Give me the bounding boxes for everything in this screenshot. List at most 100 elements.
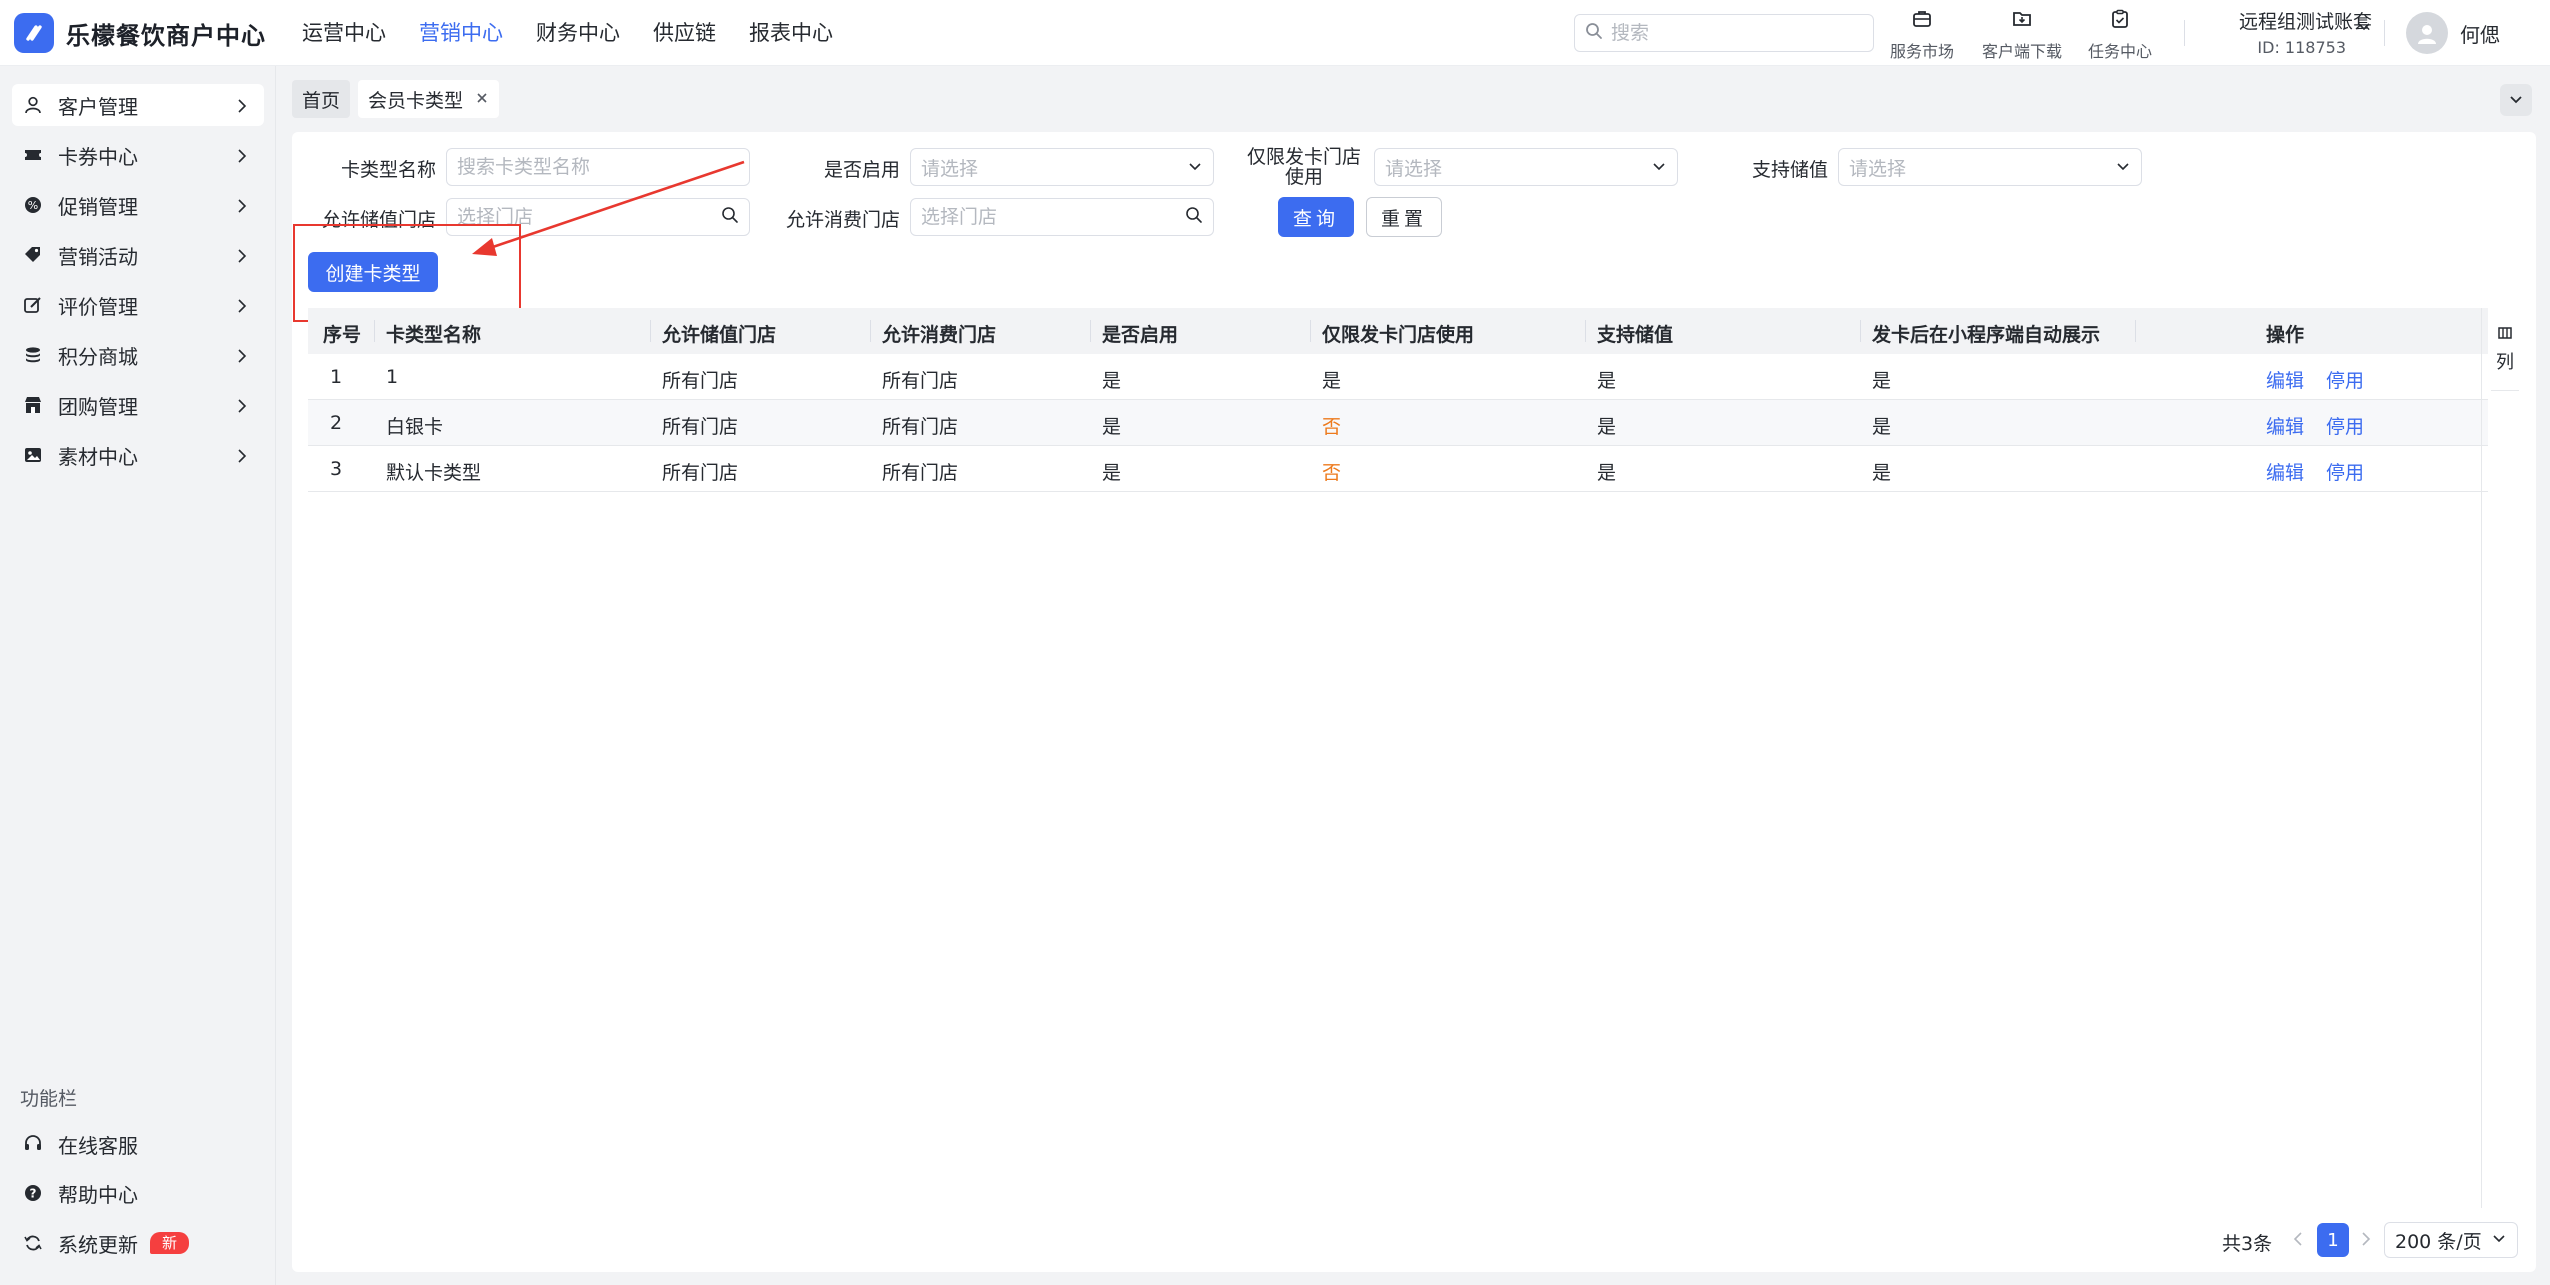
- search-input[interactable]: [1611, 22, 1851, 44]
- chevron-down-icon: [1187, 155, 1203, 179]
- top-bar: 乐檬餐饮商户中心 运营中心 营销中心 财务中心 供应链 报表中心 服务市场 客户…: [0, 0, 2550, 66]
- task-center-label: 任务中心: [2087, 42, 2152, 61]
- cell-index: 3: [329, 458, 343, 480]
- filter-stored-value-select[interactable]: 请选择: [1838, 148, 2142, 186]
- sidebar-item-promotion[interactable]: % 促销管理: [12, 184, 264, 226]
- column-settings-button[interactable]: 列: [2491, 322, 2519, 386]
- cell-enabled: 是: [1102, 370, 1122, 392]
- folder-download-icon: [2011, 8, 2033, 35]
- sidebar-item-customer[interactable]: 客户管理: [12, 84, 264, 126]
- tabs-collapse-button[interactable]: [2500, 84, 2532, 116]
- client-download-button[interactable]: 客户端下载: [1972, 8, 2072, 61]
- filter-issuing-store-select[interactable]: 请选择: [1374, 148, 1678, 186]
- pagination-total: 共3条: [2222, 1233, 2273, 1255]
- page-size-value: 200 条/页: [2395, 1230, 2482, 1253]
- column-divider: [1860, 320, 1861, 342]
- disable-link[interactable]: 停用: [2326, 458, 2364, 485]
- edit-review-icon: [22, 294, 44, 316]
- card-name-input[interactable]: [457, 156, 697, 178]
- table-row: 3 默认卡类型 所有门店 所有门店 是 否 是 是 编辑 停用: [308, 446, 2488, 492]
- chevron-left-icon[interactable]: [2290, 1228, 2306, 1255]
- tab-home[interactable]: 首页: [292, 80, 351, 118]
- consume-store-input[interactable]: [921, 206, 1161, 228]
- sidebar-item-system-update[interactable]: 系统更新 新: [12, 1222, 264, 1264]
- sidebar-item-coupons[interactable]: 卡券中心: [12, 134, 264, 176]
- user-name: 何偲: [2460, 22, 2500, 47]
- topnav-marketing[interactable]: 营销中心: [419, 0, 503, 66]
- function-bar-title: 功能栏: [20, 1088, 78, 1110]
- cell-auto-show: 是: [1872, 462, 1892, 484]
- filter-consume-store-field[interactable]: [910, 198, 1214, 236]
- ticket-icon: [22, 144, 44, 166]
- chevron-right-icon: [234, 346, 250, 370]
- chevron-right-icon[interactable]: [2358, 1228, 2374, 1255]
- topnav-finance[interactable]: 财务中心: [536, 0, 620, 66]
- sidebar-item-reviews[interactable]: 评价管理: [12, 284, 264, 326]
- column-header: 支持储值: [1597, 324, 1674, 346]
- column-settings-label: 列: [2496, 352, 2514, 373]
- cell-stored-store: 所有门店: [662, 462, 739, 484]
- sidebar-item-group-buy[interactable]: 团购管理: [12, 384, 264, 426]
- sidebar-item-materials[interactable]: 素材中心: [12, 434, 264, 476]
- cell-index: 2: [329, 412, 343, 434]
- logo-icon: [14, 13, 54, 53]
- filter-enabled-select[interactable]: 请选择: [910, 148, 1214, 186]
- global-search[interactable]: [1574, 14, 1874, 52]
- sidebar-item-label: 营销活动: [58, 244, 138, 269]
- column-header: 是否启用: [1102, 324, 1179, 346]
- avatar: [2406, 12, 2448, 54]
- column-divider: [650, 320, 651, 342]
- filter-card-name-label: 卡类型名称: [340, 159, 436, 181]
- cell-stored-store: 所有门店: [662, 370, 739, 392]
- table-header: 序号 卡类型名称 允许储值门店 允许消费门店 是否启用 仅限发卡门店使用 支持储…: [308, 308, 2488, 354]
- topnav-reports[interactable]: 报表中心: [749, 0, 833, 66]
- search-icon: [721, 205, 739, 229]
- topnav-operations[interactable]: 运营中心: [302, 0, 386, 66]
- filter-card-name-field[interactable]: [446, 148, 750, 186]
- edit-link[interactable]: 编辑: [2266, 412, 2304, 439]
- chevron-down-icon: [2356, 15, 2372, 39]
- column-divider: [870, 320, 871, 342]
- pagination-page-1[interactable]: 1: [2317, 1223, 2349, 1257]
- disable-link[interactable]: 停用: [2326, 366, 2364, 393]
- edit-link[interactable]: 编辑: [2266, 366, 2304, 393]
- client-download-label: 客户端下载: [1981, 42, 2062, 61]
- query-button[interactable]: 查询: [1278, 197, 1354, 237]
- cell-stored-value: 是: [1597, 370, 1617, 392]
- tab-member-card-type[interactable]: 会员卡类型: [358, 80, 500, 118]
- service-market-button[interactable]: 服务市场: [1872, 8, 1972, 61]
- cell-index: 1: [329, 366, 343, 388]
- task-center-button[interactable]: 任务中心: [2070, 8, 2170, 61]
- filter-stored-value-label: 支持储值: [1751, 159, 1828, 181]
- cell-issuing-only: 是: [1322, 370, 1342, 392]
- store-icon: [22, 394, 44, 416]
- reset-button[interactable]: 重置: [1366, 197, 1442, 237]
- edit-link[interactable]: 编辑: [2266, 458, 2304, 485]
- column-header: 操作: [2266, 324, 2305, 346]
- table-row: 1 1 所有门店 所有门店 是 是 是 是 编辑 停用: [308, 354, 2488, 400]
- sidebar-item-points-mall[interactable]: 积分商城: [12, 334, 264, 376]
- close-icon[interactable]: [475, 88, 489, 110]
- page-size-select[interactable]: 200 条/页: [2384, 1222, 2518, 1258]
- sidebar-item-label: 团购管理: [58, 394, 138, 419]
- user-menu[interactable]: 何偲: [2406, 12, 2500, 54]
- sidebar-item-campaigns[interactable]: 营销活动: [12, 234, 264, 276]
- chevron-down-icon: [1651, 155, 1667, 179]
- sidebar: 客户管理 卡券中心 % 促销管理 营销活动 评价管理 积分商城 团购管理 素材中…: [0, 66, 276, 1285]
- cell-consume-store: 所有门店: [882, 462, 959, 484]
- image-icon: [22, 444, 44, 466]
- disable-link[interactable]: 停用: [2326, 412, 2364, 439]
- cell-issuing-only: 否: [1322, 462, 1342, 484]
- sidebar-item-label: 素材中心: [58, 444, 138, 469]
- sidebar-item-help-center[interactable]: ? 帮助中心: [12, 1172, 264, 1214]
- account-switcher[interactable]: 远程组测试账套 ID: 118753: [2212, 7, 2372, 57]
- headset-icon: [22, 1133, 44, 1155]
- app-logo[interactable]: 乐檬餐饮商户中心: [14, 13, 266, 53]
- sidebar-item-online-service[interactable]: 在线客服: [12, 1123, 264, 1165]
- svg-text:%: %: [28, 199, 38, 212]
- cell-stored-value: 是: [1597, 416, 1617, 438]
- chevron-down-icon: [2491, 1229, 2507, 1251]
- chevron-right-icon: [234, 246, 250, 270]
- search-icon: [1585, 21, 1603, 45]
- topnav-supply-chain[interactable]: 供应链: [653, 0, 716, 66]
